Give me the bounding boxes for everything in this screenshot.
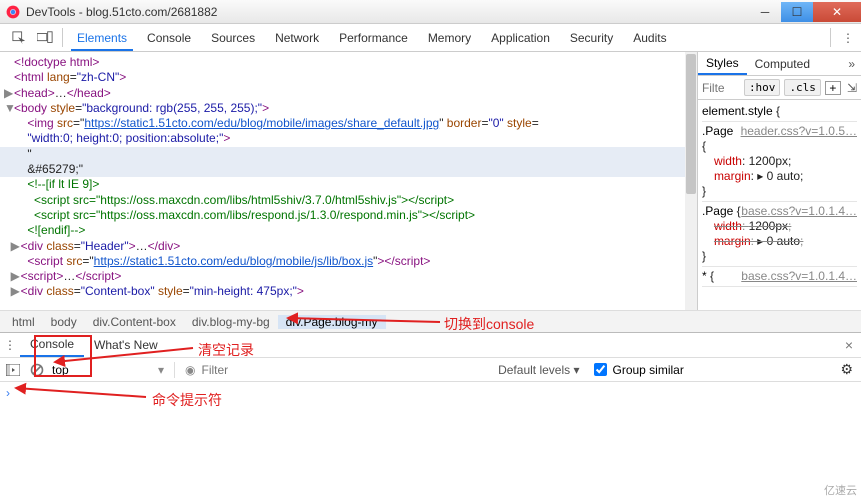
annotation-prompt: 命令提示符 (152, 390, 222, 410)
window-close-button[interactable]: ✕ (813, 2, 861, 22)
scrollbar-track[interactable] (685, 52, 697, 310)
window-titlebar: DevTools - blog.51cto.com/2681882 ─ ☐ ✕ (0, 0, 861, 24)
dom-line[interactable]: <script src="https://static1.51cto.com/e… (4, 254, 693, 269)
dom-line[interactable]: <!doctype html> (4, 55, 693, 70)
css-rule[interactable]: header.css?v=1.0.5….Page {width: 1200px;… (702, 122, 857, 202)
css-rule[interactable]: base.css?v=1.0.1.4…* { (702, 267, 857, 287)
dom-line[interactable]: " (0, 147, 697, 162)
tab-elements[interactable]: Elements (67, 24, 137, 51)
drawer-menu-icon[interactable]: ⋮ (0, 338, 20, 352)
expand-icon[interactable]: » (842, 57, 861, 71)
console-prompt[interactable]: › (6, 386, 10, 400)
breadcrumb-item[interactable]: div.Page.blog-my (278, 315, 386, 329)
devtools-toolbar: ElementsConsoleSourcesNetworkPerformance… (0, 24, 861, 52)
dom-line[interactable]: ▶<div class="Header">…</div> (4, 239, 693, 254)
console-toolbar: ▾ ◉ Default levels ▾ Group similar ⚙ (0, 358, 861, 382)
scrollbar-thumb[interactable] (686, 54, 696, 194)
styles-rules[interactable]: element.style {header.css?v=1.0.5….Page … (698, 100, 861, 310)
dom-line[interactable]: &#65279;" (0, 162, 697, 177)
css-rule[interactable]: element.style { (702, 102, 857, 122)
breadcrumb-item[interactable]: div.blog-my-bg (184, 315, 278, 329)
console-filter-input[interactable] (202, 363, 342, 377)
tab-security[interactable]: Security (560, 24, 623, 51)
dom-line[interactable]: <script src="https://oss.maxcdn.com/libs… (4, 193, 693, 208)
tab-console[interactable]: Console (137, 24, 201, 51)
dom-line[interactable]: <!--[if lt IE 9]> (4, 177, 693, 192)
dom-breadcrumb[interactable]: htmlbodydiv.Content-boxdiv.blog-my-bgdiv… (0, 310, 861, 332)
cls-toggle[interactable]: .cls (784, 79, 821, 96)
device-toggle-icon[interactable] (32, 24, 58, 51)
dom-line[interactable]: <![endif]--> (4, 223, 693, 238)
elements-tree[interactable]: <!doctype html> <html lang="zh-CN">▶<hea… (0, 52, 697, 310)
log-levels-select[interactable]: Default levels ▾ (498, 363, 579, 377)
styles-filter-input[interactable] (702, 81, 740, 95)
console-settings-icon[interactable]: ⚙ (840, 361, 853, 378)
kebab-menu-icon[interactable]: ⋮ (835, 24, 861, 51)
tab-network[interactable]: Network (265, 24, 329, 51)
dom-line[interactable]: <script src="https://oss.maxcdn.com/libs… (4, 208, 693, 223)
console-output[interactable]: › (0, 382, 861, 404)
window-minimize-button[interactable]: ─ (749, 2, 781, 22)
sidebar-tabs: Styles Computed » (698, 52, 861, 76)
watermark: 亿速云 (824, 482, 857, 498)
add-rule-button[interactable]: + (825, 81, 841, 95)
dom-line[interactable]: <html lang="zh-CN"> (4, 70, 693, 85)
context-chevron-icon[interactable]: ▾ (158, 363, 164, 377)
dom-line[interactable]: ▶<script>…</script> (4, 269, 693, 284)
tab-performance[interactable]: Performance (329, 24, 418, 51)
drawer-tab-console[interactable]: Console (20, 333, 84, 357)
toggle-sidebar-icon[interactable] (4, 361, 22, 379)
drawer-close-icon[interactable]: × (837, 337, 861, 353)
inspect-icon[interactable] (6, 24, 32, 51)
drawer-header: ⋮ Console What's New × (0, 332, 861, 358)
dom-line[interactable]: <img src="https://static1.51cto.com/edu/… (4, 116, 693, 131)
styles-sidebar: Styles Computed » :hov .cls + ⇲ element.… (697, 52, 861, 310)
window-maximize-button[interactable]: ☐ (781, 2, 813, 22)
css-rule[interactable]: base.css?v=1.0.1.4….Page {width: 1200px;… (702, 202, 857, 267)
annotation-switch-console: 切换到console (444, 314, 534, 334)
separator (830, 28, 831, 47)
breadcrumb-item[interactable]: div.Content-box (85, 315, 184, 329)
breadcrumb-item[interactable]: html (4, 315, 43, 329)
annotation-clear-log: 清空记录 (198, 340, 254, 360)
dom-line[interactable]: ▶<div class="Content-box" style="min-hei… (4, 284, 693, 299)
dom-line[interactable]: "width:0; height:0; position:absolute;"> (4, 131, 693, 146)
tab-application[interactable]: Application (481, 24, 560, 51)
dom-line[interactable]: ▶<head>…</head> (4, 86, 693, 101)
tab-sources[interactable]: Sources (201, 24, 265, 51)
group-similar-checkbox[interactable] (594, 363, 607, 376)
hov-toggle[interactable]: :hov (744, 79, 781, 96)
tab-styles[interactable]: Styles (698, 52, 747, 75)
pin-icon[interactable]: ⇲ (847, 81, 857, 95)
execution-context-select[interactable] (52, 363, 152, 377)
breadcrumb-item[interactable]: body (43, 315, 85, 329)
styles-filter-bar: :hov .cls + ⇲ (698, 76, 861, 100)
dom-line[interactable]: ▼<body style="background: rgb(255, 255, … (4, 101, 693, 116)
separator (174, 362, 175, 378)
window-title: DevTools - blog.51cto.com/2681882 (26, 5, 749, 19)
separator (62, 28, 63, 47)
tab-audits[interactable]: Audits (623, 24, 676, 51)
clear-console-icon[interactable] (28, 361, 46, 379)
main-area: <!doctype html> <html lang="zh-CN">▶<hea… (0, 52, 861, 310)
tab-memory[interactable]: Memory (418, 24, 481, 51)
eye-icon[interactable]: ◉ (185, 363, 195, 377)
chrome-icon (6, 5, 20, 19)
group-similar-label: Group similar (613, 363, 684, 377)
tab-computed[interactable]: Computed (747, 52, 818, 75)
drawer-tab-whatsnew[interactable]: What's New (84, 333, 168, 357)
